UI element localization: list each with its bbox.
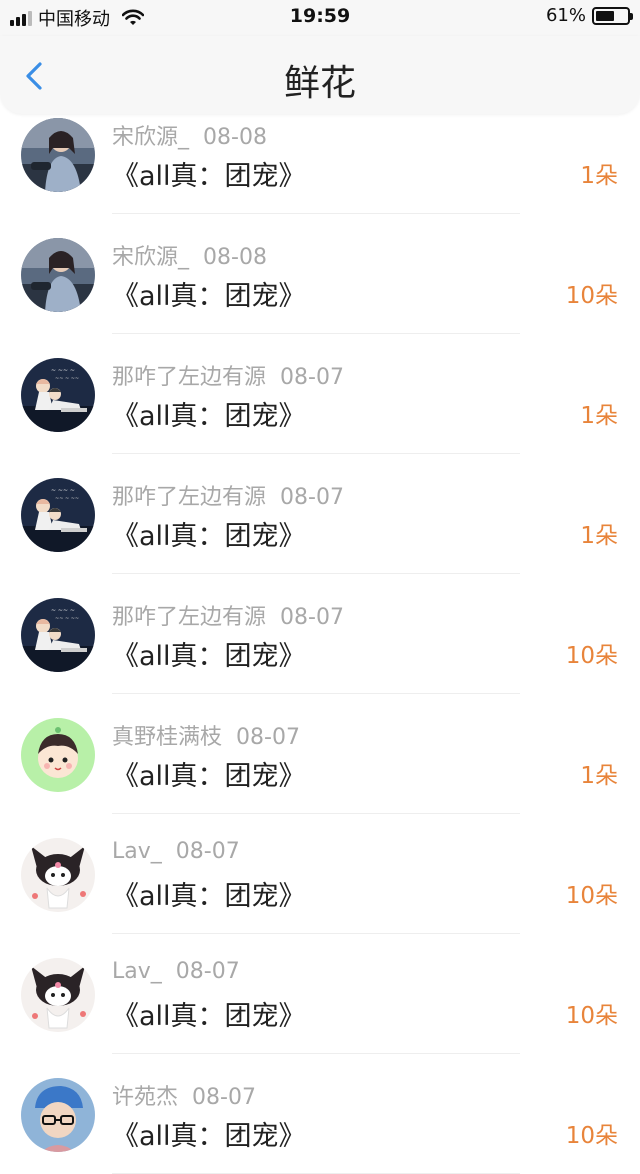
avatar-image: ~ ~~ ~ ~~ ~ ~~ <box>21 598 95 672</box>
work-title[interactable]: 《all真：团宠》 <box>112 634 306 673</box>
item-meta: Lav_ 08-07 <box>112 839 240 864</box>
list-item[interactable]: Lav_ 08-07 《all真：团宠》 10朵 <box>0 814 640 934</box>
svg-text:~~ ~ ~~: ~~ ~ ~~ <box>55 376 79 382</box>
navigation-bar: 鲜花 <box>0 36 640 114</box>
svg-text:~ ~~ ~: ~ ~~ ~ <box>51 367 75 374</box>
list-item[interactable]: 宋欣源_ 08-08 《all真：团宠》 10朵 <box>0 214 640 334</box>
page-title: 鲜花 <box>283 63 356 104</box>
work-title[interactable]: 《all真：团宠》 <box>112 874 306 913</box>
flower-amount: 10朵 <box>565 883 618 909</box>
username[interactable]: 宋欣源_ <box>112 245 189 270</box>
battery-percent: 61% <box>545 5 586 26</box>
work-title[interactable]: 《all真：团宠》 <box>112 274 306 313</box>
flower-amount: 10朵 <box>565 643 618 669</box>
avatar[interactable] <box>21 118 95 192</box>
date: 08-07 <box>280 605 344 630</box>
date: 08-08 <box>203 125 267 150</box>
list-item[interactable]: ~ ~~ ~ ~~ ~ ~~ 那咋了左边有源 08-07 《all真：团宠》 1朵 <box>0 334 640 454</box>
date: 08-07 <box>280 485 344 510</box>
date: 08-07 <box>236 725 300 750</box>
username[interactable]: 那咋了左边有源 <box>112 365 266 390</box>
svg-text:~~ ~ ~~: ~~ ~ ~~ <box>55 616 79 622</box>
avatar-image <box>21 958 95 1032</box>
list-item[interactable]: Lav_ 08-07 《all真：团宠》 10朵 <box>0 934 640 1054</box>
flower-list: 宋欣源_ 08-08 《all真：团宠》 1朵 宋欣源_ 08-08 《all真：团… <box>0 114 640 1174</box>
item-meta: 那咋了左边有源 08-07 <box>112 359 344 391</box>
battery-fill <box>596 10 615 21</box>
avatar[interactable] <box>21 838 95 912</box>
list-item[interactable]: 许苑杰 08-07 《all真：团宠》 10朵 <box>0 1054 640 1174</box>
item-meta: 许苑杰 08-07 <box>112 1079 256 1111</box>
status-right: 61% <box>545 5 633 26</box>
avatar[interactable]: ~ ~~ ~ ~~ ~ ~~ <box>21 478 95 552</box>
date: 08-07 <box>175 959 240 984</box>
work-title[interactable]: 《all真：团宠》 <box>112 1114 306 1153</box>
avatar-image: ~ ~~ ~ ~~ ~ ~~ <box>21 478 95 552</box>
username[interactable]: 那咋了左边有源 <box>112 485 266 510</box>
flower-amount: 10朵 <box>565 283 618 309</box>
flower-amount: 1朵 <box>580 763 618 789</box>
username[interactable]: Lav_ <box>112 959 162 984</box>
list-item[interactable]: 真野桂满枝 08-07 《all真：团宠》 1朵 <box>0 694 640 814</box>
username[interactable]: 真野桂满枝 <box>112 725 222 750</box>
avatar-image <box>21 838 95 912</box>
avatar[interactable] <box>21 958 95 1032</box>
avatar-image: ~ ~~ ~ ~~ ~ ~~ <box>21 358 95 432</box>
avatar-image <box>21 118 95 192</box>
svg-text:~~ ~ ~~: ~~ ~ ~~ <box>55 496 79 502</box>
list-item[interactable]: ~ ~~ ~ ~~ ~ ~~ 那咋了左边有源 08-07 《all真：团宠》 1朵 <box>0 454 640 574</box>
avatar[interactable]: ~ ~~ ~ ~~ ~ ~~ <box>21 598 95 672</box>
date: 08-07 <box>175 839 240 864</box>
username[interactable]: 许苑杰 <box>112 1085 178 1110</box>
work-title[interactable]: 《all真：团宠》 <box>112 154 306 193</box>
list-item[interactable]: ~ ~~ ~ ~~ ~ ~~ 那咋了左边有源 08-07 《all真：团宠》 10… <box>0 574 640 694</box>
username[interactable]: Lav_ <box>112 839 162 864</box>
item-meta: 宋欣源_ 08-08 <box>112 239 267 271</box>
date: 08-08 <box>203 245 267 270</box>
status-bar: 中国移动 19:59 61% <box>0 0 640 36</box>
work-title[interactable]: 《all真：团宠》 <box>112 514 306 553</box>
work-title[interactable]: 《all真：团宠》 <box>112 394 306 433</box>
avatar-image <box>21 1078 95 1152</box>
avatar[interactable] <box>21 1078 95 1152</box>
avatar[interactable] <box>21 718 95 792</box>
username[interactable]: 宋欣源_ <box>112 125 189 150</box>
svg-text:~ ~~ ~: ~ ~~ ~ <box>51 607 75 614</box>
flower-amount: 10朵 <box>565 1003 618 1029</box>
flower-amount: 1朵 <box>580 163 618 189</box>
item-meta: 宋欣源_ 08-08 <box>112 119 267 151</box>
username[interactable]: 那咋了左边有源 <box>112 605 266 630</box>
item-meta: Lav_ 08-07 <box>112 959 240 984</box>
avatar-image <box>21 718 95 792</box>
work-title[interactable]: 《all真：团宠》 <box>112 994 306 1033</box>
item-meta: 那咋了左边有源 08-07 <box>112 479 344 511</box>
battery-icon <box>592 6 633 25</box>
date: 08-07 <box>280 365 344 390</box>
item-meta: 真野桂满枝 08-07 <box>112 719 300 751</box>
list-item[interactable]: 宋欣源_ 08-08 《all真：团宠》 1朵 <box>0 114 640 214</box>
work-title[interactable]: 《all真：团宠》 <box>112 754 306 793</box>
avatar[interactable] <box>21 238 95 312</box>
avatar[interactable]: ~ ~~ ~ ~~ ~ ~~ <box>21 358 95 432</box>
avatar-image <box>21 238 95 312</box>
item-meta: 那咋了左边有源 08-07 <box>112 599 344 631</box>
date: 08-07 <box>192 1085 256 1110</box>
flower-amount: 10朵 <box>565 1123 618 1149</box>
svg-text:~ ~~ ~: ~ ~~ ~ <box>51 487 75 494</box>
status-time: 19:59 <box>289 5 351 27</box>
flower-amount: 1朵 <box>580 403 618 429</box>
flower-amount: 1朵 <box>580 523 618 549</box>
